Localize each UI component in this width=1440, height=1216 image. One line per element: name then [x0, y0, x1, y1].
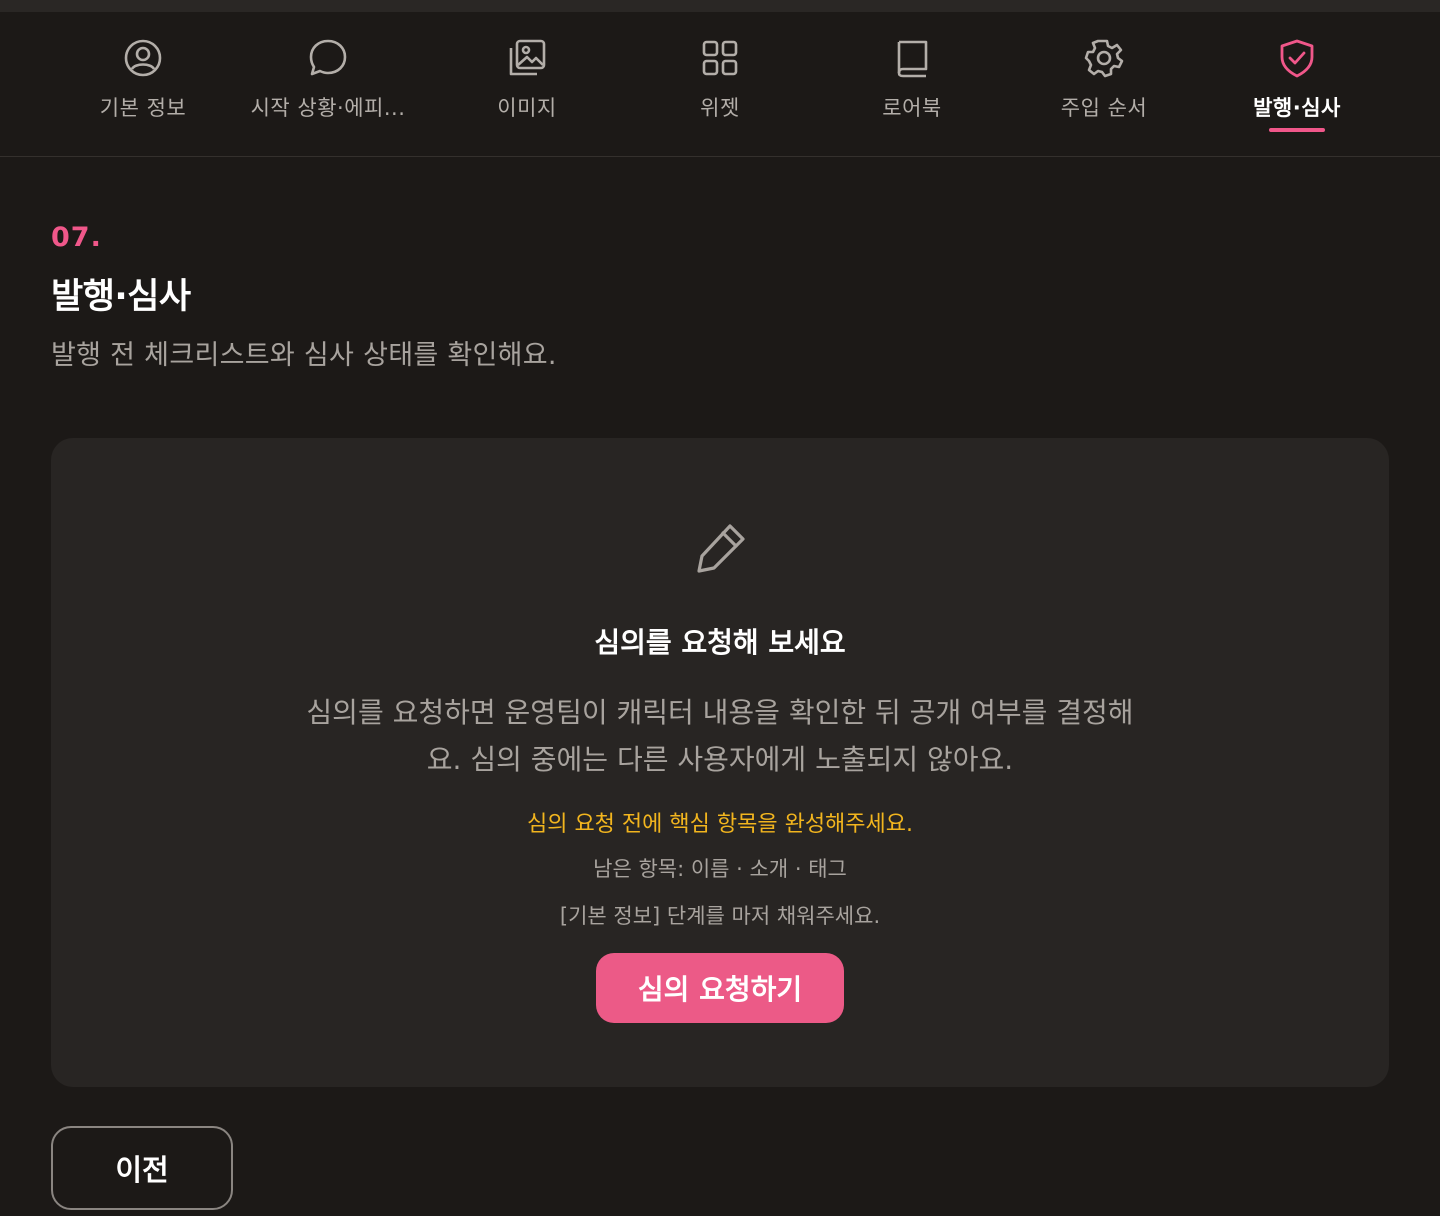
tab-label: 위젯: [700, 96, 740, 120]
top-strip: [0, 0, 1440, 12]
tab-label: 기본 정보: [99, 96, 187, 120]
tab-label: 발행·심사: [1253, 96, 1341, 120]
tab-start-situation[interactable]: 시작 상황·에피...: [228, 12, 428, 156]
tab-widget[interactable]: 위젯: [620, 12, 820, 156]
warning-text: 심의 요청 전에 핵심 항목을 완성해주세요.: [526, 812, 914, 837]
hint-text: [기본 정보] 단계를 마저 채워주세요.: [559, 904, 881, 928]
page-description: 발행 전 체크리스트와 심사 상태를 확인해요.: [51, 340, 557, 371]
gear-icon: [1084, 38, 1124, 78]
card-title: 심의를 요청해 보세요: [594, 626, 846, 659]
step-tabs: 기본 정보 시작 상황·에피... 이미지 위젯 로어북 주입 순서 발행·심사: [0, 12, 1440, 157]
page-title: 발행·심사: [51, 277, 191, 317]
tab-label: 이미지: [497, 96, 557, 120]
image-icon: [507, 38, 547, 78]
tab-basic-info[interactable]: 기본 정보: [43, 12, 243, 156]
pencil-icon: [695, 522, 747, 574]
tab-image[interactable]: 이미지: [427, 12, 627, 156]
shield-check-icon: [1277, 38, 1317, 78]
prev-button[interactable]: 이전: [51, 1126, 233, 1210]
chat-bubble-icon: [308, 38, 348, 78]
grid-icon: [700, 38, 740, 78]
tab-label: 주입 순서: [1060, 96, 1148, 120]
tab-lorebook[interactable]: 로어북: [812, 12, 1012, 156]
remaining-items: 남은 항목: 이름 · 소개 · 태그: [593, 857, 847, 881]
user-circle-icon: [123, 38, 163, 78]
tab-injection-order[interactable]: 주입 순서: [1004, 12, 1204, 156]
tab-publish-review[interactable]: 발행·심사: [1197, 12, 1397, 156]
card-description: 심의를 요청하면 운영팀이 캐릭터 내용을 확인한 뒤 공개 여부를 결정해요.…: [306, 696, 1134, 776]
request-review-button[interactable]: 심의 요청하기: [596, 953, 844, 1023]
active-tab-indicator: [1269, 128, 1325, 132]
book-icon: [892, 38, 932, 78]
tab-label: 시작 상황·에피...: [250, 96, 406, 120]
step-number: 07.: [51, 222, 102, 253]
tab-label: 로어북: [882, 96, 942, 120]
